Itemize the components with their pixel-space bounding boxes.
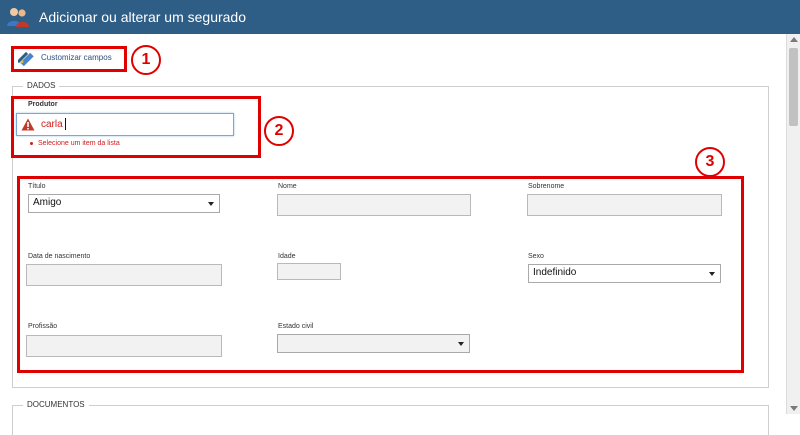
title-bar: Adicionar ou alterar um segurado	[0, 0, 800, 34]
callout-1: 1	[131, 45, 161, 75]
scroll-down-icon[interactable]	[790, 406, 798, 411]
scroll-up-icon[interactable]	[790, 37, 798, 42]
annotation-box-1	[11, 46, 127, 72]
section-dados-title: DADOS	[23, 81, 60, 90]
scroll-thumb[interactable]	[789, 48, 798, 126]
users-icon	[7, 8, 29, 27]
annotation-box-3	[17, 176, 744, 373]
section-documentos-title: DOCUMENTOS	[23, 400, 89, 409]
window-title: Adicionar ou alterar um segurado	[39, 9, 247, 25]
section-documentos: DOCUMENTOS	[12, 400, 769, 435]
annotation-box-2	[11, 96, 261, 158]
callout-2: 2	[264, 116, 294, 146]
vertical-scrollbar[interactable]	[786, 34, 800, 414]
callout-3: 3	[695, 147, 725, 177]
